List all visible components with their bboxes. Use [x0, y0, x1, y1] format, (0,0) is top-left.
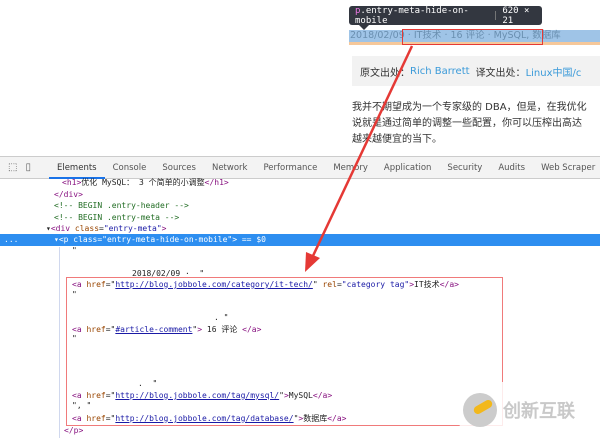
text-node[interactable]: "	[72, 245, 77, 256]
device-toggle-icon[interactable]: ▯	[25, 162, 31, 174]
tab-memory[interactable]: Memory	[325, 157, 376, 179]
paragraph-line: 越来越便宜的当下。	[352, 134, 442, 145]
tooltip-size: 620 × 21	[502, 5, 530, 26]
source-label: 原文出处：	[360, 67, 410, 79]
tab-performance[interactable]: Performance	[255, 157, 325, 179]
tooltip-class: .entry-meta-hide-on-mobile	[355, 5, 469, 26]
devtools-toolbar: ⬚ ▯ Elements Console Sources Network Per…	[0, 156, 600, 179]
tab-elements[interactable]: Elements	[48, 157, 105, 179]
tab-network[interactable]: Network	[204, 157, 256, 179]
dom-node-p-close[interactable]: </p>	[64, 425, 83, 436]
watermark-logo	[463, 393, 497, 427]
web-page: p.entry-meta-hide-on-mobile | 620 × 21 2…	[0, 0, 600, 156]
tree-guide	[59, 247, 60, 438]
annotation-box-code	[66, 277, 503, 426]
dom-node-div-close[interactable]: </div>	[54, 189, 83, 200]
source-author-link[interactable]: Rich Barrett	[410, 66, 470, 77]
selected-dom-node[interactable]: ... ▾<p class="entry-meta-hide-on-mobile…	[0, 234, 600, 246]
translation-source-link[interactable]: Linux中国/c	[526, 64, 582, 79]
inspect-tooltip: p.entry-meta-hide-on-mobile | 620 × 21	[349, 5, 542, 30]
watermark-text: 创新互联	[503, 401, 575, 422]
source-quote: 原文出处： Rich Barrett 译文出处： Linux中国/c	[352, 56, 600, 86]
watermark: 创新互联	[455, 382, 600, 438]
dom-comment[interactable]: <!-- BEGIN .entry-meta -->	[54, 212, 179, 223]
dom-node-div-entry-meta[interactable]: ▾<div class="entry-meta">	[46, 223, 167, 234]
translation-label: 译文出处：	[475, 67, 526, 79]
tab-security[interactable]: Security	[439, 157, 490, 179]
tab-sources[interactable]: Sources	[154, 157, 204, 179]
paragraph-line: 我并不期望成为一个专家级的 DBA，但是，在我优化	[352, 102, 587, 113]
annotation-box-meta	[402, 29, 543, 45]
tab-web-scraper[interactable]: Web Scraper	[533, 157, 600, 179]
inspect-element-icon[interactable]: ⬚	[8, 162, 17, 174]
tab-application[interactable]: Application	[376, 157, 440, 179]
dom-node-h1[interactable]: <h1>优化 MySQL： 3 个简单的小调整</h1>	[62, 177, 229, 188]
dom-comment[interactable]: <!-- BEGIN .entry-header -->	[54, 200, 189, 211]
tab-audits[interactable]: Audits	[490, 157, 533, 179]
tab-console[interactable]: Console	[105, 157, 155, 179]
paragraph-line: 说就是通过简单的调整一些配置，你可以压榨出高达	[352, 118, 582, 129]
article-paragraph: 我并不期望成为一个专家级的 DBA，但是，在我优化 说就是通过简单的调整一些配置…	[352, 100, 600, 148]
